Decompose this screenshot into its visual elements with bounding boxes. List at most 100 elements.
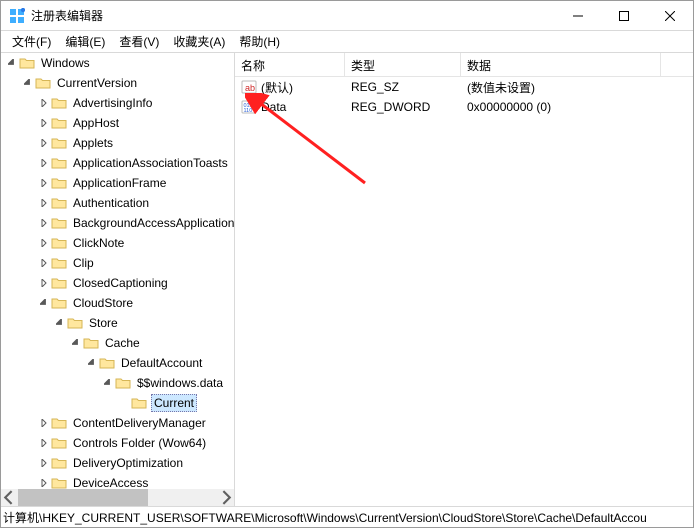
menu-view[interactable]: 查看(V) [112, 31, 166, 52]
folder-icon [35, 76, 51, 90]
folder-icon [115, 376, 131, 390]
tree-item[interactable]: AppHost [1, 113, 234, 133]
menu-edit[interactable]: 编辑(E) [58, 31, 112, 52]
tree-label: ContentDeliveryManager [71, 415, 208, 431]
scroll-left-button[interactable] [1, 489, 18, 506]
tree-label: Windows [39, 55, 92, 71]
expander-closed-icon[interactable] [37, 116, 51, 130]
tree-item[interactable]: CloudStore [1, 293, 234, 313]
list-header: 名称 类型 数据 [235, 53, 693, 77]
expander-closed-icon[interactable] [37, 156, 51, 170]
value-name: (默认) [261, 79, 293, 96]
folder-icon [51, 476, 67, 489]
expander-closed-icon[interactable] [37, 436, 51, 450]
expander-open-icon[interactable] [37, 296, 51, 310]
tree-item[interactable]: Authentication [1, 193, 234, 213]
folder-icon [83, 336, 99, 350]
tree-view[interactable]: Windows CurrentVersion AdvertisingInfoAppH… [1, 53, 234, 489]
list-body[interactable]: ab(默认)REG_SZ(数值未设置)011110DataREG_DWORD0x… [235, 77, 693, 117]
value-row[interactable]: ab(默认)REG_SZ(数值未设置) [235, 77, 693, 97]
tree-label: Store [87, 315, 120, 331]
expander-closed-icon[interactable] [37, 256, 51, 270]
expander-open-icon[interactable] [101, 376, 115, 390]
value-name: Data [261, 100, 286, 114]
tree-item[interactable]: Cache [1, 333, 234, 353]
col-data[interactable]: 数据 [461, 53, 661, 76]
folder-icon [51, 116, 67, 130]
folder-icon [51, 296, 67, 310]
tree-label: ApplicationFrame [71, 175, 168, 191]
binary-value-icon: 011110 [241, 99, 257, 115]
tree-item[interactable]: Store [1, 313, 234, 333]
folder-icon [51, 156, 67, 170]
tree-item[interactable]: Applets [1, 133, 234, 153]
tree-label: BackgroundAccessApplications [71, 215, 234, 231]
tree-item[interactable]: Clip [1, 253, 234, 273]
tree-label: ApplicationAssociationToasts [71, 155, 230, 171]
folder-icon [99, 356, 115, 370]
tree-item[interactable]: Controls Folder (Wow64) [1, 433, 234, 453]
tree-item[interactable]: CurrentVersion [1, 73, 234, 93]
tree-h-scrollbar[interactable] [1, 489, 234, 506]
tree-item[interactable]: Windows [1, 53, 234, 73]
expander-open-icon[interactable] [5, 56, 19, 70]
folder-icon [51, 276, 67, 290]
tree-item[interactable]: $$windows.data [1, 373, 234, 393]
maximize-button[interactable] [601, 1, 647, 30]
expander-open-icon[interactable] [21, 76, 35, 90]
expander-closed-icon[interactable] [37, 176, 51, 190]
tree-item[interactable]: DeliveryOptimization [1, 453, 234, 473]
expander-closed-icon[interactable] [37, 216, 51, 230]
folder-icon [51, 196, 67, 210]
tree-item[interactable]: Current [1, 393, 234, 413]
tree-label: ClickNote [71, 235, 126, 251]
close-button[interactable] [647, 1, 693, 30]
status-path: 计算机\HKEY_CURRENT_USER\SOFTWARE\Microsoft… [3, 509, 647, 526]
tree-item[interactable]: BackgroundAccessApplications [1, 213, 234, 233]
expander-closed-icon[interactable] [37, 196, 51, 210]
tree-item[interactable]: ApplicationFrame [1, 173, 234, 193]
tree-label: CurrentVersion [55, 75, 139, 91]
col-name[interactable]: 名称 [235, 53, 345, 76]
tree-label: Cache [103, 335, 142, 351]
col-type[interactable]: 类型 [345, 53, 461, 76]
expander-open-icon[interactable] [69, 336, 83, 350]
expander-closed-icon[interactable] [37, 276, 51, 290]
tree-item[interactable]: ContentDeliveryManager [1, 413, 234, 433]
expander-closed-icon[interactable] [37, 96, 51, 110]
folder-icon [51, 176, 67, 190]
expander-open-icon[interactable] [85, 356, 99, 370]
menu-file[interactable]: 文件(F) [5, 31, 58, 52]
expander-closed-icon[interactable] [37, 456, 51, 470]
scroll-right-button[interactable] [217, 489, 234, 506]
tree-item[interactable]: AdvertisingInfo [1, 93, 234, 113]
svg-text:110: 110 [244, 108, 253, 114]
expander-closed-icon[interactable] [37, 476, 51, 489]
svg-text:ab: ab [245, 83, 255, 93]
tree-item[interactable]: DeviceAccess [1, 473, 234, 489]
expander-closed-icon[interactable] [37, 236, 51, 250]
tree-item[interactable]: ApplicationAssociationToasts [1, 153, 234, 173]
tree-label: Current [151, 394, 197, 412]
expander-open-icon[interactable] [53, 316, 67, 330]
content-area: Windows CurrentVersion AdvertisingInfoAppH… [1, 52, 693, 506]
expander-closed-icon[interactable] [37, 416, 51, 430]
scroll-thumb[interactable] [18, 489, 148, 506]
tree-label: Controls Folder (Wow64) [71, 435, 208, 451]
tree-label: ClosedCaptioning [71, 275, 170, 291]
minimize-button[interactable] [555, 1, 601, 30]
tree-item[interactable]: DefaultAccount [1, 353, 234, 373]
menu-help[interactable]: 帮助(H) [232, 31, 287, 52]
app-icon [9, 8, 25, 24]
value-row[interactable]: 011110DataREG_DWORD0x00000000 (0) [235, 97, 693, 117]
tree-label: DeviceAccess [71, 475, 150, 489]
folder-icon [51, 216, 67, 230]
string-value-icon: ab [241, 79, 257, 95]
tree-item[interactable]: ClickNote [1, 233, 234, 253]
scroll-track[interactable] [18, 489, 217, 506]
tree-item[interactable]: ClosedCaptioning [1, 273, 234, 293]
folder-icon [51, 96, 67, 110]
expander-closed-icon[interactable] [37, 136, 51, 150]
tree-label: DefaultAccount [119, 355, 204, 371]
menu-favorites[interactable]: 收藏夹(A) [166, 31, 232, 52]
